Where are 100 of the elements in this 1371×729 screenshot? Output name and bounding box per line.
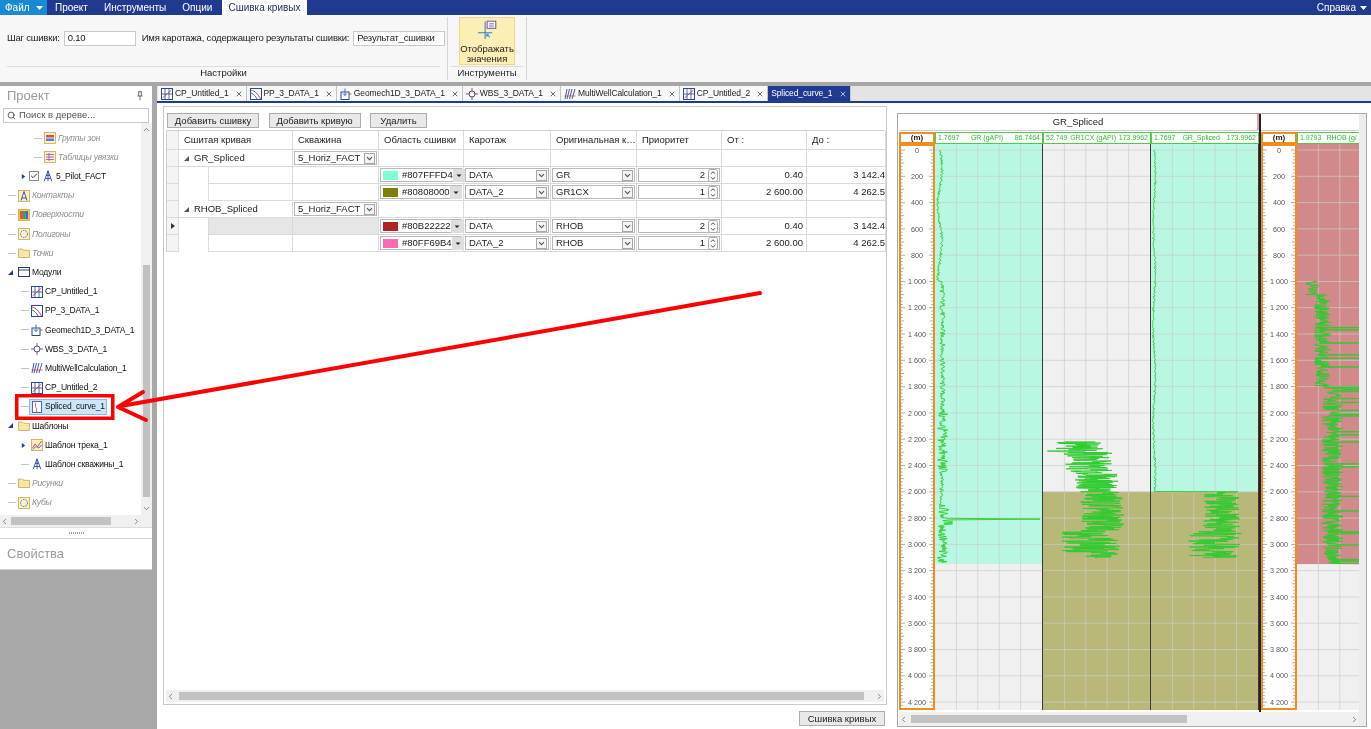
log-dropdown[interactable]: DATA: [465, 219, 549, 233]
checkbox[interactable]: [29, 171, 39, 182]
chevron-right-icon[interactable]: [875, 691, 884, 701]
color-picker[interactable]: #807FFFD4: [380, 168, 462, 182]
field-label: Шаг сшивки:: [7, 30, 60, 45]
document-tab[interactable]: CP_Untitled_1: [158, 86, 247, 101]
chevron-left-icon[interactable]: [166, 691, 175, 701]
horizontal-scrollbar[interactable]: [166, 690, 884, 702]
horizontal-scrollbar[interactable]: [0, 515, 141, 527]
ribbon-tab[interactable]: Проект: [49, 0, 94, 15]
tree-item[interactable]: WBS_3_DATA_1: [29, 341, 109, 358]
column-header[interactable]: Сшитая кривая: [179, 131, 293, 150]
column-header[interactable]: От :: [722, 131, 807, 150]
spinner-arrows-icon[interactable]: [708, 185, 718, 199]
file-menu-button[interactable]: Файл: [0, 0, 47, 15]
log-dropdown[interactable]: DATA_2: [465, 185, 549, 199]
log-dropdown[interactable]: DATA: [465, 168, 549, 182]
text-field[interactable]: Результат_сшивки: [353, 30, 446, 46]
spinner-arrows-icon[interactable]: [708, 168, 718, 182]
curve-page-icon: [31, 400, 43, 413]
color-picker[interactable]: #80B22222: [380, 219, 462, 233]
document-tab[interactable]: WBS_3_DATA_1: [462, 86, 561, 101]
column-header[interactable]: До :: [807, 131, 886, 150]
log-dropdown[interactable]: DATA_2: [465, 236, 549, 250]
spinner-arrows-icon[interactable]: [708, 219, 718, 233]
priority-spinner[interactable]: 1: [638, 236, 720, 250]
scrollbar-thumb[interactable]: [179, 692, 864, 700]
tree-item[interactable]: Модули: [16, 264, 64, 281]
priority-spinner[interactable]: 2: [638, 219, 720, 233]
show-values-button[interactable]: Отображать значения: [459, 17, 515, 65]
splice-curves-button[interactable]: Сшивка кривых: [799, 711, 885, 726]
curve-dropdown[interactable]: GR1CX: [552, 185, 635, 199]
close-icon[interactable]: [324, 89, 333, 98]
expanded-triangle-icon[interactable]: [184, 155, 189, 161]
horizontal-scrollbar[interactable]: [899, 712, 1359, 726]
grip-handle[interactable]: [68, 532, 84, 534]
column-header[interactable]: Каротаж: [464, 131, 551, 150]
document-tab[interactable]: CP_Untitled_2: [679, 86, 769, 101]
close-icon[interactable]: [549, 89, 557, 98]
expanded-triangle-icon[interactable]: [184, 206, 189, 212]
document-tab[interactable]: Geomech1D_3_DATA_1: [336, 86, 463, 101]
expanded-triangle-icon[interactable]: [7, 423, 13, 429]
document-tab[interactable]: PP_3_DATA_1: [246, 86, 337, 101]
ribbon-tab[interactable]: Опции: [176, 0, 219, 15]
tree-item[interactable]: CP_Untitled_1: [29, 283, 100, 300]
chevron-right-icon[interactable]: [132, 516, 141, 526]
text-field[interactable]: 0.10: [63, 30, 136, 46]
close-icon[interactable]: [756, 89, 765, 98]
pin-icon[interactable]: [137, 90, 143, 101]
tree-item[interactable]: Шаблоны: [16, 417, 71, 434]
column-header[interactable]: Скважина: [293, 131, 379, 150]
tree-item[interactable]: Шаблон скважины_1: [29, 456, 126, 473]
help-menu-button[interactable]: Справка: [1316, 0, 1371, 15]
tree-item[interactable]: Geomech1D_3_DATA_1: [29, 321, 137, 338]
color-picker[interactable]: #80808000: [380, 185, 462, 199]
close-icon[interactable]: [838, 89, 847, 98]
document-tab[interactable]: MultiWellCalculation_1: [561, 86, 680, 101]
tree-item[interactable]: Spliced_curve_1: [29, 398, 107, 415]
tree-item[interactable]: Шаблон трека_1: [29, 437, 110, 454]
close-icon[interactable]: [234, 89, 243, 98]
chevron-right-icon[interactable]: [1350, 714, 1359, 724]
tree-item[interactable]: 5_Pilot_FACT: [40, 168, 109, 185]
ribbon-tab[interactable]: Инструменты: [97, 0, 173, 15]
priority-spinner[interactable]: 1: [638, 185, 720, 199]
search-field[interactable]: Поиск в дереве...: [3, 108, 149, 123]
column-header[interactable]: Приоритет: [637, 131, 722, 150]
curve-dropdown[interactable]: RHOB: [552, 219, 635, 233]
close-icon[interactable]: [667, 89, 676, 98]
chevron-left-icon[interactable]: [899, 714, 908, 724]
spinner-arrows-icon[interactable]: [708, 236, 718, 250]
column-header[interactable]: Область сшивки: [379, 131, 464, 150]
tree-item[interactable]: CP_Untitled_2: [29, 379, 100, 396]
well-dropdown[interactable]: 5_Horiz_FACT: [294, 151, 377, 165]
chevron-left-icon[interactable]: [0, 516, 9, 526]
curve-dropdown[interactable]: RHOB: [552, 236, 635, 250]
scrollbar-thumb[interactable]: [11, 517, 111, 525]
row-header[interactable]: [167, 218, 179, 235]
scrollbar-thumb[interactable]: [911, 715, 1187, 723]
toolbar-button[interactable]: Добавить кривую: [268, 113, 361, 128]
chevron-down-icon[interactable]: [142, 504, 151, 513]
vertical-scrollbar[interactable]: [141, 123, 152, 515]
toolbar-button[interactable]: Удалить: [370, 113, 427, 128]
well-dropdown[interactable]: 5_Horiz_FACT: [294, 202, 377, 216]
toolbar-button[interactable]: Добавить сшивку: [167, 113, 259, 128]
chevron-up-icon[interactable]: [142, 125, 151, 134]
tree-item[interactable]: PP_3_DATA_1: [29, 302, 102, 319]
collapsed-triangle-icon[interactable]: [20, 173, 26, 179]
collapsed-triangle-icon[interactable]: [20, 442, 26, 448]
window-folder-icon: [18, 266, 30, 279]
column-header[interactable]: Оригинальная к…: [551, 131, 637, 150]
curve-dropdown[interactable]: GR: [552, 168, 635, 182]
color-picker[interactable]: #80FF69B4: [380, 236, 462, 250]
expanded-triangle-icon[interactable]: [7, 269, 13, 275]
tree-item[interactable]: MultiWellCalculation_1: [29, 360, 129, 377]
priority-spinner[interactable]: 2: [638, 168, 720, 182]
document-tab[interactable]: Spliced_curve_1: [768, 86, 851, 101]
scrollbar-thumb[interactable]: [143, 265, 150, 497]
close-icon[interactable]: [450, 89, 459, 98]
depth-unit: (m): [910, 133, 924, 142]
ribbon-tab[interactable]: Сшивка кривых: [222, 0, 307, 15]
